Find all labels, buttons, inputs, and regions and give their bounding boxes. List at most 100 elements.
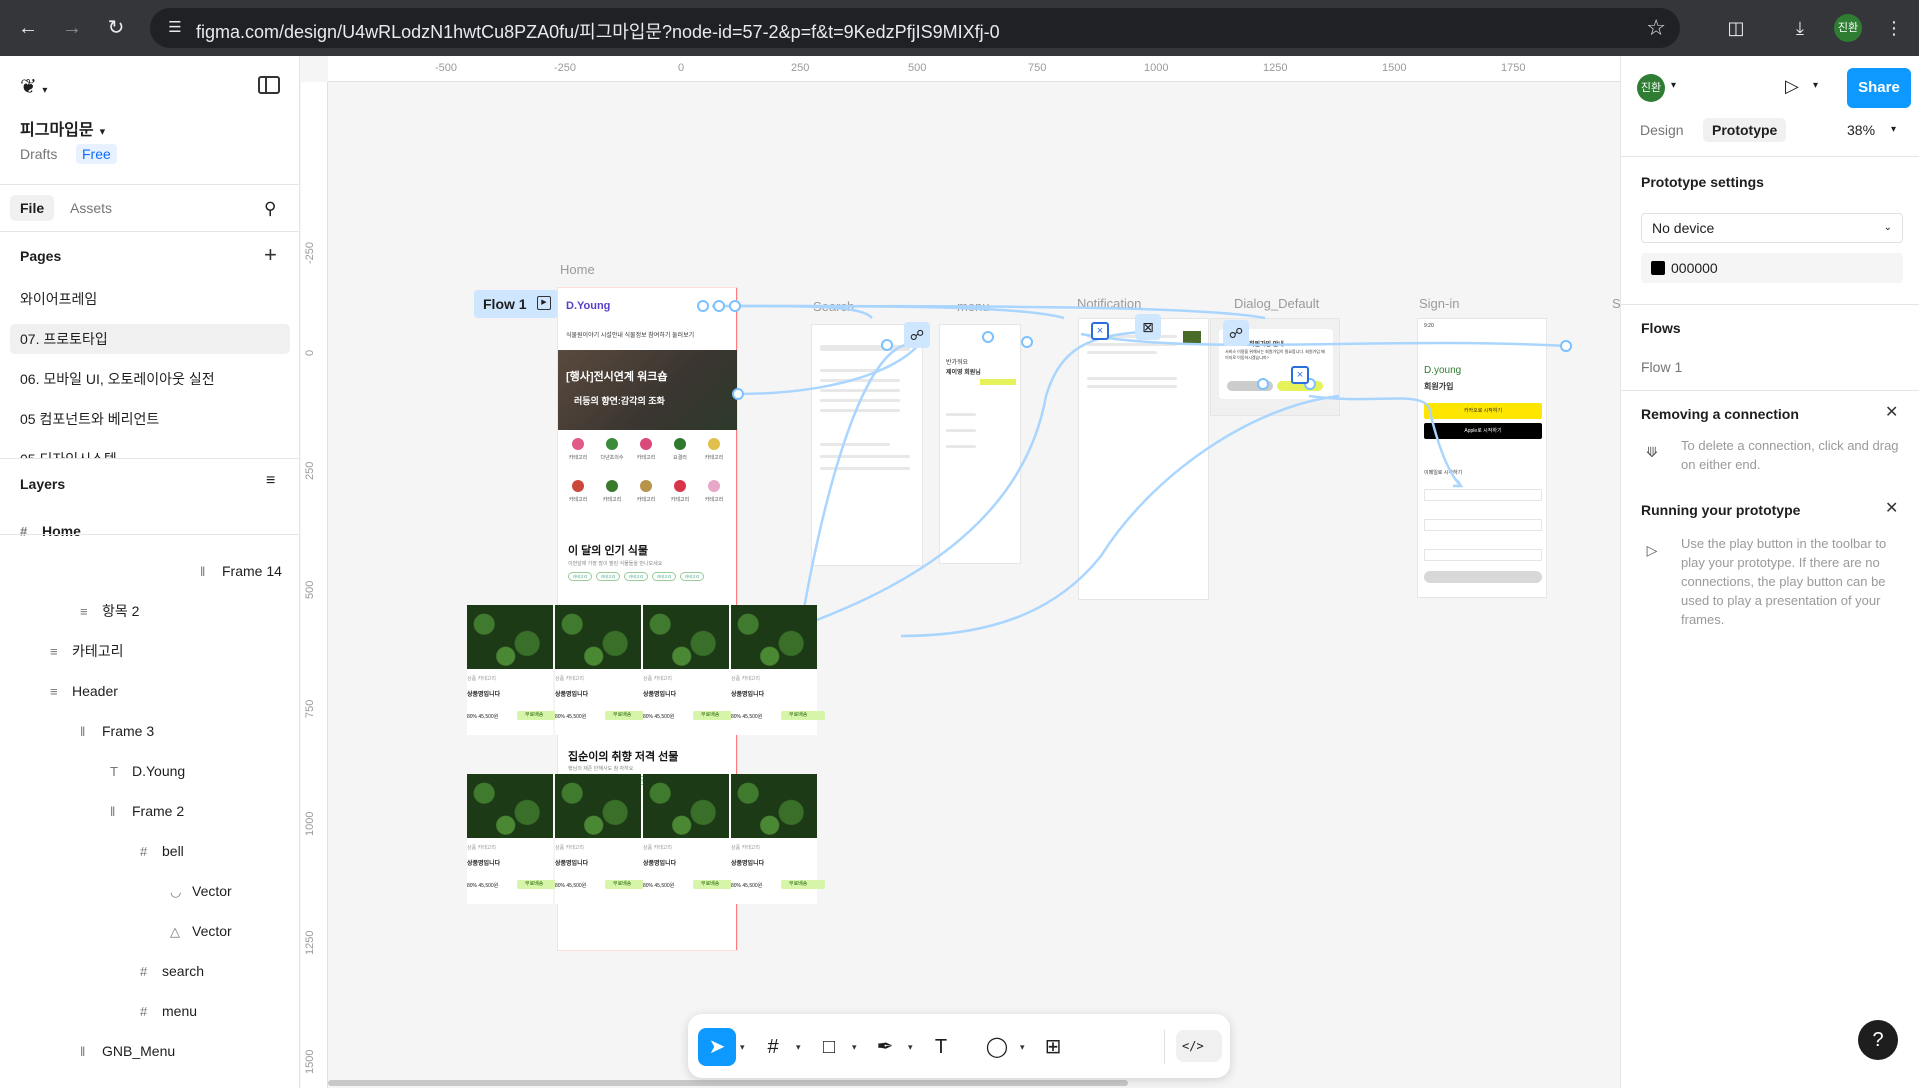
layer-frame-14[interactable]: ‖ Frame 14 [200,556,282,586]
move-tool-icon[interactable]: ➤ [698,1028,736,1066]
frame-icon: # [140,964,148,979]
product-card: 상품 카테고리 상품명입니다 80% 45,500원 무료배송 [731,774,825,904]
browser-profile-avatar[interactable]: 진환 [1834,14,1862,42]
layer-header[interactable]: ≡ Header [50,676,118,706]
download-icon[interactable]: ⤓ [1786,14,1814,42]
chevron-down-icon[interactable]: ▾ [908,1042,913,1053]
chevron-down-icon[interactable]: ▾ [1891,124,1896,135]
help-button[interactable]: ? [1858,1020,1898,1060]
chevron-down-icon[interactable]: ▾ [796,1042,801,1053]
autolayout-vertical-icon: ≡ [80,604,88,619]
product-category: 상품 카테고리 [555,676,584,682]
reload-icon[interactable]: ↻ [102,14,130,42]
close-icon[interactable]: ✕ [1885,402,1898,422]
connection-node[interactable] [1257,378,1269,390]
close-hotspot-icon[interactable]: × [1291,366,1309,384]
figma-menu-icon[interactable]: ❦ ▾ [20,74,47,99]
pen-tool-icon[interactable]: ✒ [866,1028,904,1066]
product-name: 상품명입니다 [643,861,677,867]
product-card: 상품 카테고리 상품명입니다 80% 45,500원 무료배송 [555,774,649,904]
overlay-open-icon[interactable]: ☍ [1223,320,1249,346]
connection-node[interactable] [1021,336,1033,348]
device-select[interactable]: No device ⌄ [1641,213,1903,243]
play-icon[interactable]: ▷ [1785,76,1799,97]
comment-tool-icon[interactable]: ◯ [978,1028,1016,1066]
chevron-down-icon[interactable]: ▾ [852,1042,857,1053]
flows-heading: Flows [1641,320,1681,336]
frame-tool-icon[interactable]: # [754,1028,792,1066]
product-category: 상품 카테고리 [643,676,672,682]
page-item[interactable]: 05 컴포넌트와 베리언트 [10,404,290,434]
dev-mode-toggle[interactable]: </> [1176,1030,1222,1062]
chevron-down-icon[interactable]: ▾ [1020,1042,1025,1053]
close-overlay-icon[interactable]: ⊠ [1135,314,1161,340]
layer-bell[interactable]: # bell [140,836,184,866]
drafts-link[interactable]: Drafts [20,146,57,162]
collapse-layers-icon[interactable]: ≡ [266,472,275,490]
product-name: 상품명입니다 [467,861,501,867]
page-item-selected[interactable]: 07. 프로토타입 [10,324,290,354]
page-item[interactable]: 05 디자인시스템 [10,444,290,458]
layer-search[interactable]: # search [140,956,204,986]
site-settings-icon[interactable]: ☰ [164,17,186,39]
connection-node[interactable] [729,300,741,312]
connection-node[interactable] [697,300,709,312]
close-hotspot-icon[interactable]: × [1091,322,1109,340]
background-color-field[interactable]: 000000 [1641,253,1903,283]
tab-design[interactable]: Design [1631,118,1693,142]
rectangle-tool-icon[interactable]: □ [810,1028,848,1066]
product-image [731,774,817,838]
connection-node[interactable] [982,331,994,343]
layer-frame-2[interactable]: ‖ Frame 2 [110,796,184,826]
page-item[interactable]: 06. 모바일 UI, 오토레이아웃 실전 [10,364,290,394]
layer-frame-3[interactable]: ‖ Frame 3 [80,716,154,746]
layer-item-2[interactable]: ≡ 항목 2 [80,596,139,626]
forward-icon[interactable]: → [58,14,86,42]
color-swatch[interactable] [1651,261,1665,275]
search-icon[interactable]: ⚲ [264,199,276,219]
zoom-level[interactable]: 38% [1847,122,1875,138]
page-item[interactable]: 와이어프레임 [10,284,290,314]
file-name[interactable]: 피그마입문 ▾ [20,116,105,140]
bookmark-star-icon[interactable]: ☆ [1646,15,1666,41]
actions-tool-icon[interactable]: ⊞ [1034,1028,1072,1066]
tab-assets[interactable]: Assets [60,195,122,221]
tab-file[interactable]: File [10,195,55,221]
layer-home[interactable]: # Home [20,516,81,546]
bottom-toolbar: ➤ ▾ # ▾ □ ▾ ✒ ▾ T ◯ ▾ ⊞ </> [688,1014,1230,1078]
layer-menu[interactable]: # menu [140,996,197,1026]
product-image [731,605,817,669]
chevron-down-icon[interactable]: ▾ [1813,80,1818,91]
extensions-icon[interactable]: ◫ [1722,14,1750,42]
connection-node[interactable] [713,300,725,312]
address-bar[interactable]: ☰ figma.com/design/U4wRLodzN1hwtCu8PZA0f… [150,8,1680,48]
add-page-icon[interactable]: + [264,242,277,268]
share-button[interactable]: Share [1847,68,1911,108]
removing-connection-heading: Removing a connection [1641,406,1799,422]
user-avatar[interactable]: 진환 [1637,74,1665,102]
horizontal-scrollbar[interactable] [328,1080,1128,1086]
close-icon[interactable]: ✕ [1885,498,1898,518]
chevron-down-icon[interactable]: ▾ [740,1042,745,1053]
chevron-down-icon[interactable]: ▾ [1671,80,1676,91]
divider [1621,304,1919,305]
overlay-open-icon[interactable]: ☍ [904,322,930,348]
connection-line [900,394,1340,638]
layer-category[interactable]: ≡ 카테고리 [50,636,124,666]
layer-vector[interactable]: ◡ Vector [170,876,232,906]
connection-node[interactable] [732,388,744,400]
layer-dyoung[interactable]: T D.Young [110,756,185,786]
toggle-sidebar-icon[interactable] [258,76,280,94]
canvas[interactable]: -500 -250 0 250 500 750 1000 1250 1500 1… [301,56,1620,1088]
flow-list-item[interactable]: Flow 1 [1641,359,1682,375]
connection-node[interactable] [1560,340,1572,352]
product-price: 80% 45,500원 [555,883,587,889]
back-icon[interactable]: ← [14,14,42,42]
tab-prototype[interactable]: Prototype [1703,118,1787,142]
layer-vector[interactable]: △ Vector [170,916,232,946]
text-tool-icon[interactable]: T [922,1028,960,1066]
connection-node[interactable] [881,339,893,351]
more-options-icon[interactable]: ⋮ [1880,14,1908,42]
product-name: 상품명입니다 [731,861,765,867]
layer-gnb-menu[interactable]: ‖ GNB_Menu [80,1036,175,1066]
